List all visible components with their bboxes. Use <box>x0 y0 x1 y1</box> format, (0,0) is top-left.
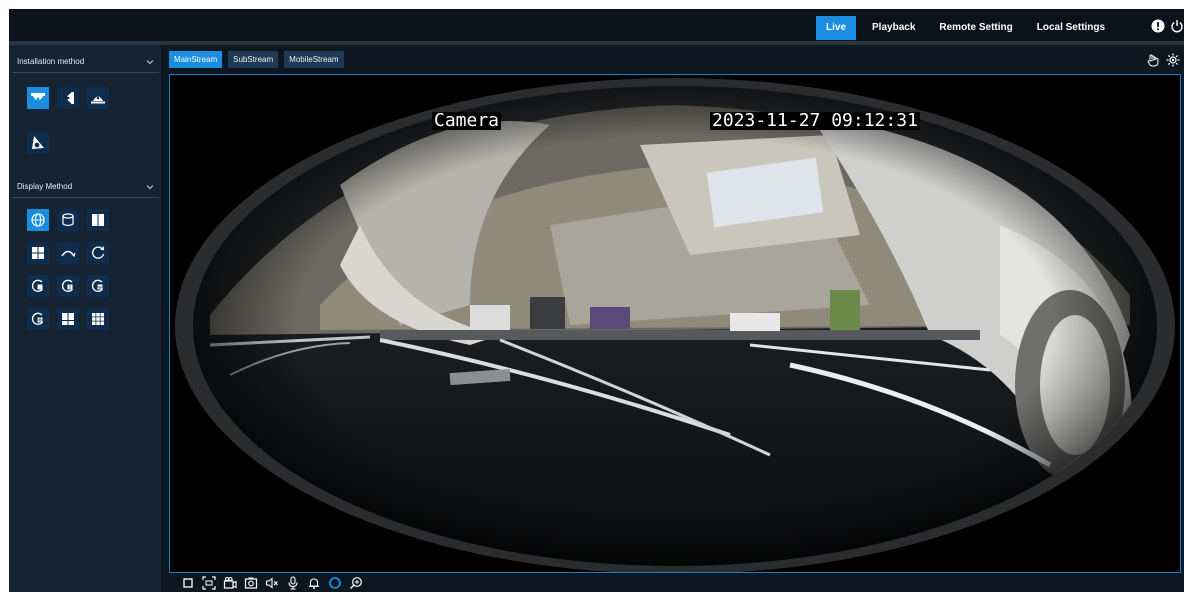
top-right-icons <box>1150 18 1184 33</box>
tab-mobilestream[interactable]: MobileStream <box>284 51 344 68</box>
view-tools <box>1146 53 1180 67</box>
image-settings-icon[interactable] <box>1166 53 1180 67</box>
spinner-icon[interactable] <box>326 574 343 591</box>
quad-view-icon[interactable] <box>27 242 49 264</box>
chevron-down-icon[interactable] <box>145 182 155 192</box>
nav-local-settings[interactable]: Local Settings <box>1027 16 1115 40</box>
chevron-down-icon[interactable] <box>145 57 155 67</box>
installation-method-label: Installation method <box>17 57 85 66</box>
alarm-icon[interactable] <box>305 574 322 591</box>
power-icon[interactable] <box>1169 18 1184 33</box>
alert-icon[interactable] <box>1150 18 1165 33</box>
display-method-label: Display Method <box>17 182 73 191</box>
stop-icon[interactable] <box>179 574 196 591</box>
bottom-toolbar <box>179 574 364 591</box>
four-split-icon[interactable] <box>57 308 79 330</box>
sidebar: Installation method Display Method <box>9 45 161 592</box>
nine-split-icon[interactable] <box>87 308 109 330</box>
main-nav: Live Playback Remote Setting Local Setti… <box>816 16 1115 40</box>
fisheye-original-icon[interactable] <box>27 209 49 231</box>
camera-name-overlay: Camera <box>432 110 502 131</box>
display-method-header[interactable]: Display Method <box>13 176 159 198</box>
nav-live[interactable]: Live <box>816 16 857 40</box>
fisheye-plus-three-icon[interactable] <box>87 275 109 297</box>
timestamp-overlay: 2023-11-27 09:12:31 <box>710 110 920 131</box>
wall-mount-icon[interactable] <box>57 87 79 109</box>
app-window: Live Playback Remote Setting Local Setti… <box>9 9 1184 592</box>
fullscreen-icon[interactable] <box>200 574 217 591</box>
snapshot-icon[interactable] <box>242 574 259 591</box>
cylinder-view-icon[interactable] <box>57 209 79 231</box>
live-video-panel[interactable]: Camera 2023-11-27 09:12:31 <box>169 74 1181 573</box>
audio-mute-icon[interactable] <box>263 574 280 591</box>
dual-panorama-icon[interactable] <box>87 209 109 231</box>
tilt-mount-icon[interactable] <box>27 132 49 154</box>
ptz-hand-icon[interactable] <box>1146 53 1160 67</box>
top-nav-bar: Live Playback Remote Setting Local Setti… <box>9 9 1184 41</box>
zoom-icon[interactable] <box>347 574 364 591</box>
tab-mainstream[interactable]: MainStream <box>169 51 223 68</box>
installation-method-header[interactable]: Installation method <box>13 51 159 73</box>
fisheye-plus-one-icon[interactable] <box>27 275 49 297</box>
panorama-360-icon[interactable] <box>87 242 109 264</box>
desktop-mount-icon[interactable] <box>87 87 109 109</box>
ceiling-mount-icon[interactable] <box>27 87 49 109</box>
nav-remote-setting[interactable]: Remote Setting <box>929 16 1022 40</box>
record-icon[interactable] <box>221 574 238 591</box>
tab-substream[interactable]: SubStream <box>228 51 279 68</box>
top-separator <box>9 41 1184 45</box>
panorama-180-icon[interactable] <box>57 242 79 264</box>
stream-tabs: MainStream SubStream MobileStream <box>169 51 344 68</box>
fisheye-plus-two-icon[interactable] <box>57 275 79 297</box>
fisheye-plus-four-icon[interactable] <box>27 308 49 330</box>
microphone-icon[interactable] <box>284 574 301 591</box>
nav-playback[interactable]: Playback <box>862 16 925 40</box>
fisheye-video-frame <box>175 78 1175 572</box>
